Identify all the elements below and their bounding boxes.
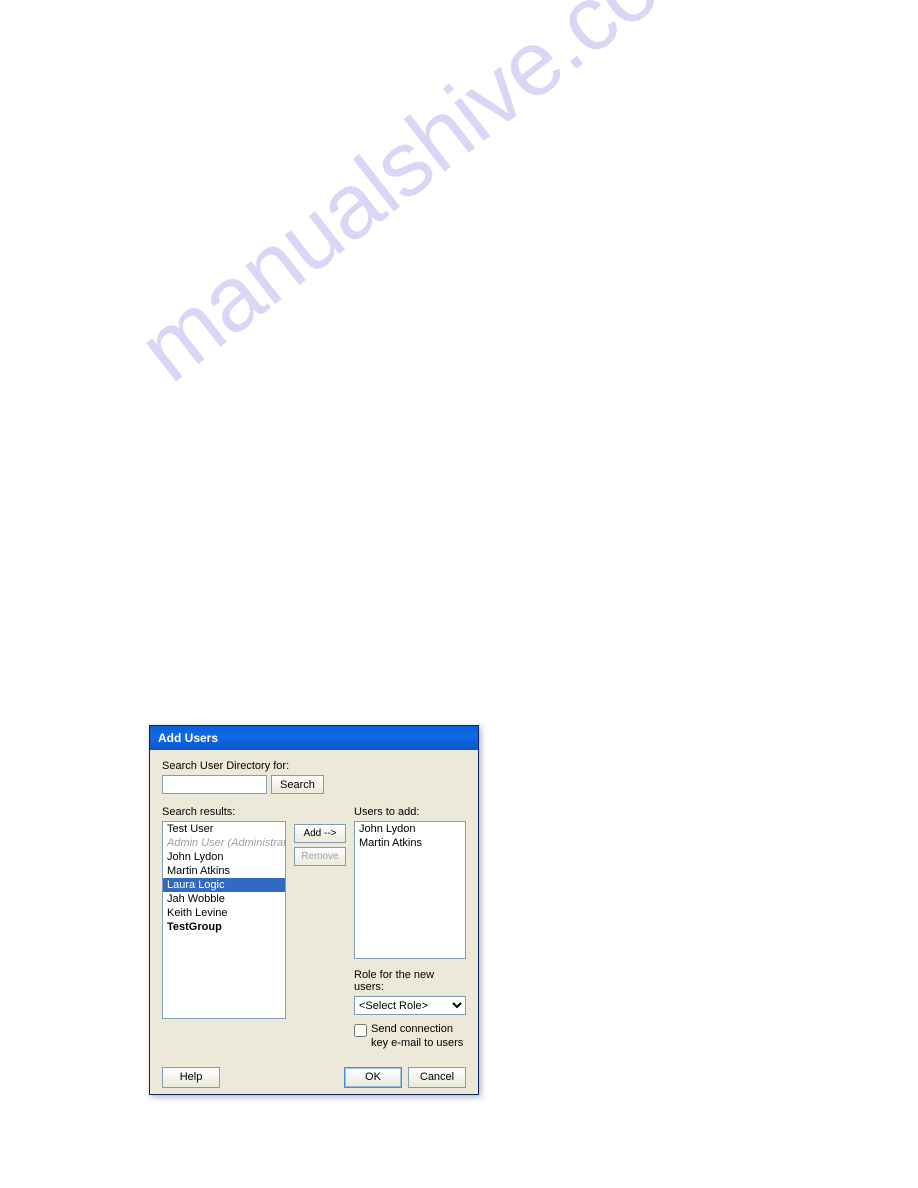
role-select[interactable]: <Select Role> (354, 996, 466, 1015)
cancel-button[interactable]: Cancel (408, 1067, 466, 1088)
watermark-text: manualshive.com (120, 0, 737, 403)
list-item[interactable]: Keith Levine (163, 906, 285, 920)
add-users-dialog: Add Users Search User Directory for: Sea… (149, 725, 479, 1095)
ok-button[interactable]: OK (344, 1067, 402, 1088)
search-input[interactable] (162, 775, 267, 794)
users-to-add-label: Users to add: (354, 806, 466, 818)
list-item[interactable]: Jah Wobble (163, 892, 285, 906)
dialog-title: Add Users (158, 731, 218, 745)
list-item[interactable]: TestGroup (163, 920, 285, 934)
search-results-label: Search results: (162, 806, 286, 818)
list-item[interactable]: John Lydon (355, 822, 465, 836)
users-to-add-listbox[interactable]: John LydonMartin Atkins (354, 821, 466, 959)
list-item[interactable]: Laura Logic (163, 878, 285, 892)
remove-button: Remove (294, 847, 346, 866)
send-key-checkbox[interactable] (354, 1024, 367, 1037)
list-item[interactable]: Martin Atkins (163, 864, 285, 878)
role-label: Role for the new users: (354, 969, 466, 993)
help-button[interactable]: Help (162, 1067, 220, 1088)
search-button[interactable]: Search (271, 775, 324, 794)
search-label: Search User Directory for: (162, 760, 466, 772)
list-item[interactable]: Test User (163, 822, 285, 836)
add-button[interactable]: Add --> (294, 824, 346, 843)
list-item: Admin User (Administrator) (163, 836, 285, 850)
dialog-titlebar[interactable]: Add Users (150, 726, 478, 750)
search-results-listbox[interactable]: Test UserAdmin User (Administrator)John … (162, 821, 286, 1019)
list-item[interactable]: Martin Atkins (355, 836, 465, 850)
send-key-label: Send connection key e-mail to users (371, 1023, 466, 1051)
list-item[interactable]: John Lydon (163, 850, 285, 864)
